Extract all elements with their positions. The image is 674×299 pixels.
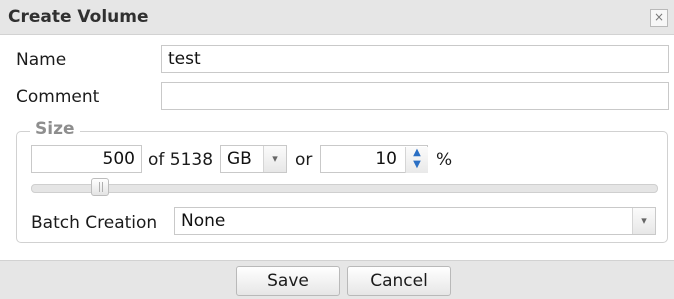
batch-creation-select[interactable]: None ▾ [174,207,656,235]
comment-label: Comment [16,87,100,107]
close-icon[interactable]: × [650,9,668,27]
chevron-down-icon[interactable]: ▼ [406,159,428,171]
create-volume-dialog: Create Volume × Name test Comment Size 5… [0,0,674,299]
name-input[interactable]: test [161,45,669,73]
cancel-button[interactable]: Cancel [347,266,451,296]
percent-symbol: % [436,150,453,170]
dialog-titlebar: Create Volume × [0,0,674,35]
size-slider-handle[interactable] [91,178,109,196]
batch-creation-value: None [181,211,226,231]
percent-spinner[interactable]: ▲ ▼ [405,147,428,173]
comment-input[interactable] [161,82,669,110]
size-amount-input[interactable]: 500 [31,145,142,173]
dialog-title: Create Volume [8,7,149,27]
save-button[interactable]: Save [236,266,340,296]
batch-creation-label: Batch Creation [31,213,158,233]
size-total-label: of 5138 [148,150,214,170]
or-label: or [295,150,313,170]
dialog-footer: Save Cancel [0,260,674,299]
unit-select[interactable]: GB ▾ [220,145,287,173]
size-legend: Size [30,119,80,139]
name-label: Name [16,50,67,70]
chevron-down-icon[interactable]: ▾ [263,146,286,172]
unit-select-value: GB [227,149,252,169]
chevron-down-icon[interactable]: ▾ [632,208,655,234]
size-slider-track[interactable] [31,184,658,193]
chevron-up-icon[interactable]: ▲ [406,147,428,159]
